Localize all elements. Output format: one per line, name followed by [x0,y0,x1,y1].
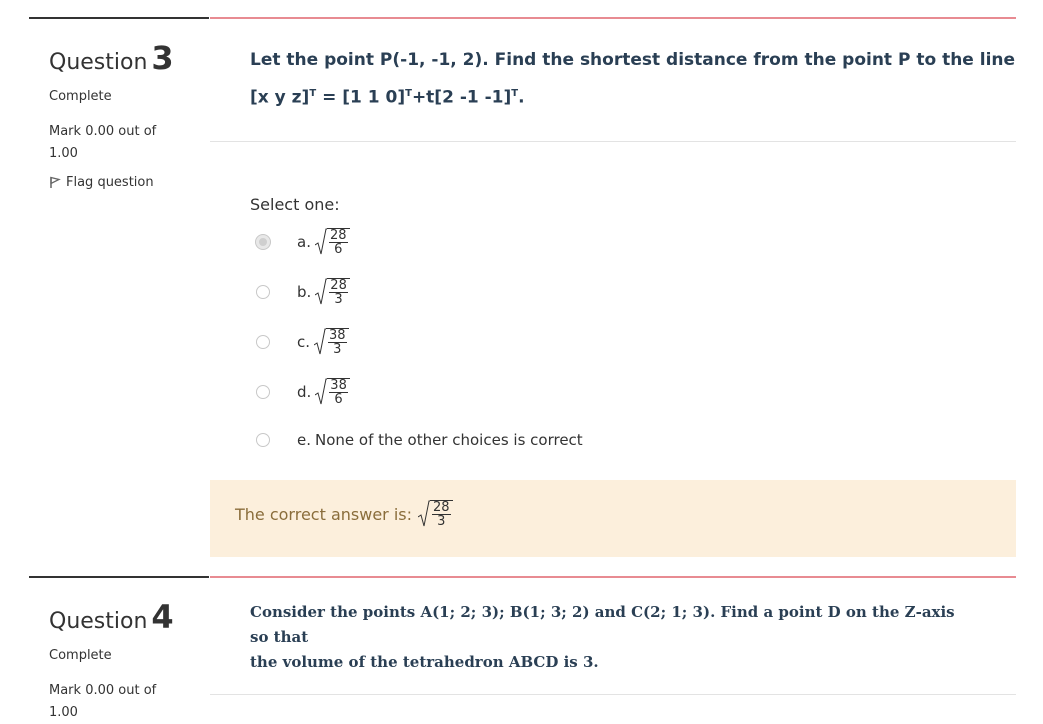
question-info: Question 3 Complete Mark 0.00 out of 1.00… [29,17,209,565]
question-text-line: [x y z]T = [1 1 0]T+t[2 -1 -1]T. [250,87,525,108]
sqrt-fraction: 28 3 [418,500,453,528]
question-grade: Mark 0.00 out of 1.00 [49,683,157,720]
question-state: Complete [49,89,112,104]
question-content: Let the point P(-1, -1, 2). Find the sho… [210,17,1016,565]
sqrt-fraction: 28 6 [314,228,350,256]
answer-option-c[interactable]: c. 38 3 [256,322,349,362]
sqrt-symbol [314,228,327,255]
answer-option-a[interactable]: a. 28 6 [256,222,350,262]
question-3: Question 3 Complete Mark 0.00 out of 1.00… [0,0,1043,565]
question-number: Question 3 [49,39,174,77]
question-number: Question 4 [49,598,174,636]
question-text-line: Let the point P(-1, -1, 2). Find the sho… [250,50,1016,70]
flag-question-label: Flag question [66,175,154,190]
sqrt-fraction: 38 3 [314,328,349,356]
question-info: Question 4 Complete Mark 0.00 out of 1.00 [29,576,209,720]
answer-option-e[interactable]: e. None of the other choices is correct [256,420,583,460]
option-text: None of the other choices is correct [315,431,583,449]
question-text-line: so that [250,628,309,646]
flag-icon [50,176,61,188]
option-label: e. None of the other choices is correct [297,431,583,449]
sqrt-symbol [418,500,430,527]
sqrt-fraction: 38 6 [315,378,350,406]
radio-button[interactable] [256,433,270,447]
sqrt-fraction: 28 3 [315,278,350,306]
sqrt-symbol [315,378,328,405]
flag-question-link[interactable]: Flag question [49,175,154,190]
option-label: a. 28 6 [297,228,350,256]
question-text-line: Consider the points A(1; 2; 3); B(1; 3; … [250,603,955,621]
select-one-prompt: Select one: [250,195,340,214]
question-text: Let the point P(-1, -1, 2). Find the sho… [250,43,1015,115]
divider [210,141,1016,142]
answer-option-d[interactable]: d. 38 6 [256,372,350,412]
option-label: d. 38 6 [297,378,350,406]
question-grade: Mark 0.00 out of 1.00 [49,124,157,161]
question-text: Consider the points A(1; 2; 3); B(1; 3; … [250,600,955,675]
radio-button[interactable] [256,335,270,349]
feedback-panel: The correct answer is: 28 3 [210,480,1016,557]
option-label: c. 38 3 [297,328,349,356]
question-text-line: the volume of the tetrahedron ABCD is 3. [250,653,599,671]
option-label: b. 28 3 [297,278,350,306]
divider [210,694,1016,695]
question-4: Question 4 Complete Mark 0.00 out of 1.00… [0,565,1043,720]
sqrt-symbol [315,278,328,305]
question-state: Complete [49,648,112,663]
answer-option-b[interactable]: b. 28 3 [256,272,350,312]
correct-answer-text: The correct answer is: 28 3 [235,500,453,528]
radio-button[interactable] [256,235,270,249]
sqrt-symbol [314,328,327,355]
radio-button[interactable] [256,385,270,399]
radio-button[interactable] [256,285,270,299]
question-content: Consider the points A(1; 2; 3); B(1; 3; … [210,576,1016,713]
